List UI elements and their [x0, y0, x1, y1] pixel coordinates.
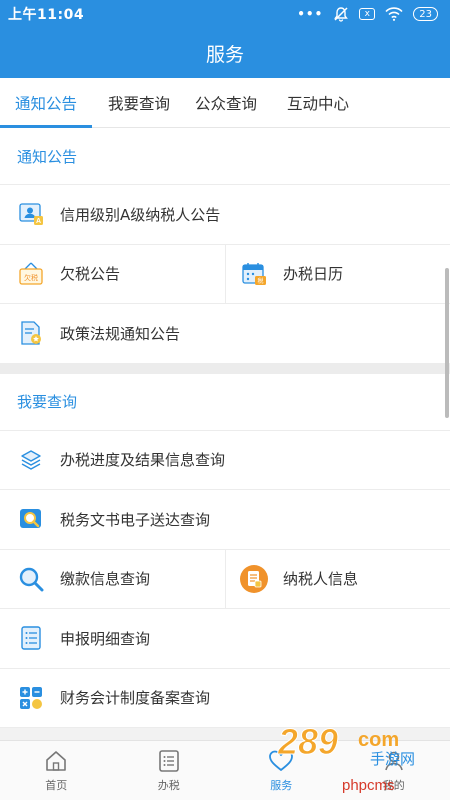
nav-tax[interactable]: 办税 — [113, 741, 226, 800]
payment-query-item[interactable]: 缴款信息查询 — [0, 550, 225, 609]
item-label: 欠税公告 — [60, 265, 121, 284]
nav-label: 我的 — [382, 778, 405, 792]
nav-mine[interactable]: 我的 — [338, 741, 450, 800]
tax-calendar-icon: 税 — [240, 260, 268, 288]
nav-home[interactable]: 首页 — [0, 741, 113, 800]
layers-icon — [17, 446, 45, 474]
query-section: 我要查询 办税进度及结果信息查询 税务文书电子送达查询 缴款信息查询 纳税人信息… — [0, 373, 450, 728]
declaration-detail-query-item[interactable]: 申报明细查询 — [0, 609, 450, 668]
tax-owed-sign-icon: 欠税 — [17, 260, 45, 288]
notification-box-icon: x — [359, 8, 376, 20]
tax-progress-query-item[interactable]: 办税进度及结果信息查询 — [0, 431, 450, 490]
item-label: 纳税人信息 — [283, 570, 359, 589]
tab-my-query[interactable]: 我要查询 — [92, 78, 186, 128]
home-icon — [46, 750, 67, 771]
tab-notice[interactable]: 通知公告 — [0, 78, 92, 128]
credit-badge-icon: A — [17, 200, 45, 228]
item-label: 办税日历 — [283, 265, 344, 284]
nav-label: 办税 — [157, 778, 180, 792]
title-bar: 服务 — [0, 28, 450, 78]
list-row: 办税进度及结果信息查询 — [0, 431, 450, 490]
bottom-nav: 首页 办税 服务 我的 — [0, 740, 450, 800]
tax-owed-notice-item[interactable]: 欠税 欠税公告 — [0, 245, 225, 304]
list-row: 申报明细查询 — [0, 609, 450, 669]
item-label: 申报明细查询 — [60, 629, 151, 648]
svg-text:A: A — [36, 218, 41, 225]
section-title: 我要查询 — [0, 374, 450, 431]
item-label: 政策法规通知公告 — [60, 324, 181, 343]
policy-document-icon — [17, 319, 45, 347]
credit-a-notice-item[interactable]: A 信用级别A级纳税人公告 — [0, 185, 450, 244]
taxpayer-info-item[interactable]: 纳税人信息 — [225, 549, 450, 608]
tab-interaction[interactable]: 互动中心 — [266, 78, 370, 128]
scrollbar-thumb[interactable] — [445, 268, 449, 418]
list-row: 政策法规通知公告 — [0, 304, 450, 364]
section-title: 通知公告 — [0, 128, 450, 185]
tab-bar: 通知公告 我要查询 公众查询 互动中心 — [0, 78, 450, 128]
accounting-filing-query-item[interactable]: 财务会计制度备案查询 — [0, 669, 450, 728]
magnifier-icon — [17, 565, 45, 593]
document-search-icon — [17, 505, 45, 533]
svg-text:欠税: 欠税 — [24, 273, 38, 282]
item-label: 财务会计制度备案查询 — [60, 689, 211, 708]
status-bar: 上午11:04 ••• x 23 — [0, 0, 450, 28]
list-row: 欠税 欠税公告 税 办税日历 — [0, 244, 450, 304]
notice-section: 通知公告 A 信用级别A级纳税人公告 欠税 欠税公告 税 办税日历 政策法规通知… — [0, 128, 450, 364]
list-row: 税务文书电子送达查询 — [0, 490, 450, 550]
e-document-query-item[interactable]: 税务文书电子送达查询 — [0, 490, 450, 549]
item-label: 税务文书电子送达查询 — [60, 510, 211, 529]
user-icon — [384, 751, 403, 770]
list-row: 缴款信息查询 纳税人信息 — [0, 549, 450, 609]
more-dots-icon: ••• — [297, 7, 324, 21]
nav-service[interactable]: 服务 — [225, 741, 338, 800]
page-title: 服务 — [205, 43, 244, 66]
taxpayer-info-icon — [240, 564, 268, 593]
wifi-icon — [385, 7, 403, 21]
nav-label: 首页 — [45, 778, 68, 792]
list-row: A 信用级别A级纳税人公告 — [0, 185, 450, 245]
tax-calendar-item[interactable]: 税 办税日历 — [225, 244, 450, 303]
list-icon — [158, 749, 179, 772]
list-document-icon — [17, 624, 45, 652]
mute-bell-icon — [334, 7, 349, 22]
section-divider — [0, 363, 450, 374]
tab-public-query[interactable]: 公众查询 — [186, 78, 266, 128]
list-row: 财务会计制度备案查询 — [0, 669, 450, 728]
content-area[interactable]: 通知公告 A 信用级别A级纳税人公告 欠税 欠税公告 税 办税日历 政策法规通知… — [0, 128, 450, 740]
heart-icon — [269, 750, 294, 771]
item-label: 办税进度及结果信息查询 — [60, 451, 226, 470]
status-icons: ••• x 23 — [297, 6, 438, 22]
status-time: 上午11:04 — [8, 7, 85, 23]
item-label: 信用级别A级纳税人公告 — [60, 205, 221, 224]
policy-notice-item[interactable]: 政策法规通知公告 — [0, 304, 450, 363]
svg-text:税: 税 — [257, 277, 263, 285]
item-label: 缴款信息查询 — [60, 570, 151, 589]
nav-label: 服务 — [270, 778, 293, 792]
battery-icon: 23 — [413, 7, 438, 21]
calculator-icon — [17, 684, 45, 712]
